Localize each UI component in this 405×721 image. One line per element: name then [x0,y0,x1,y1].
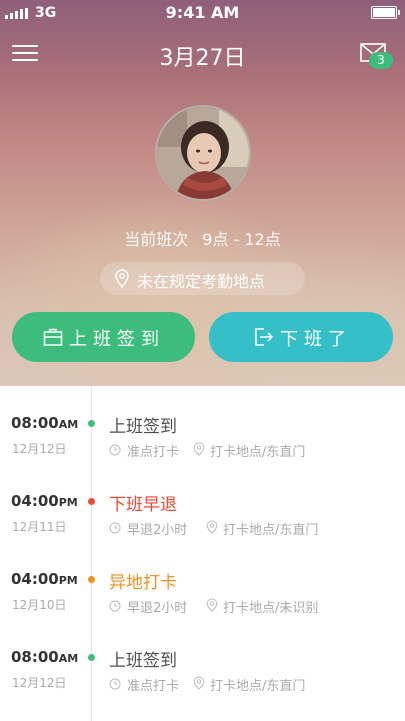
sign-out-icon [255,328,274,346]
record-time: 04:00PM [11,492,78,510]
record-time: 08:00AM [11,414,78,432]
clock-icon [109,597,121,612]
location-pin-icon [193,441,205,456]
status-dot [88,420,95,427]
shift-time: 9点 - 12点 [202,230,281,249]
record-date: 12月10日 [12,598,67,612]
location-pin-icon [115,269,129,289]
record-location: 打卡地点/未识别 [223,601,319,616]
header-hero: 3G 9:41 AM 3月27日 3 当前班次 9点 - 12点 未在规定考勤地… [0,0,405,386]
location-pin-icon [206,519,218,534]
mail-count-badge: 3 [369,52,393,69]
record-time: 04:00PM [11,570,78,588]
location-status-pill: 未在规定考勤地点 [100,262,305,295]
record-time-value: 08:00 [11,414,59,432]
record-status: 早退2小时 [127,523,188,538]
record-status: 准点打卡 [127,445,180,460]
check-out-button[interactable]: 下班了 [209,312,393,362]
shift-label: 当前班次 [124,230,189,249]
status-clock: 9:41 AM [165,3,240,22]
record-time-value: 04:00 [11,492,59,510]
check-out-label: 下班了 [280,329,352,350]
record-title: 下班早退 [109,495,177,515]
record-time-ampm: AM [58,652,79,665]
clock-icon [109,519,121,534]
record-time-value: 04:00 [11,570,59,588]
page-title: 3月27日 [159,46,246,71]
record-time-ampm: PM [58,496,78,509]
record-title: 上班签到 [109,651,177,671]
record-date: 12月11日 [12,520,67,534]
record-time-ampm: AM [58,418,79,431]
record-time-value: 08:00 [11,648,59,666]
clock-icon [109,675,121,690]
record-location: 打卡地点/东直门 [210,445,306,460]
location-pin-icon [193,675,205,690]
check-in-label: 上班签到 [69,329,165,350]
record-location: 打卡地点/东直门 [223,523,319,538]
record-date: 12月12日 [12,442,67,456]
avatar[interactable] [155,105,251,201]
attendance-record[interactable]: 08:00AM 12月12日 上班签到准点打卡 打卡地点/东直门 [0,386,405,460]
check-in-button[interactable]: 上班签到 [12,312,195,362]
battery-icon [371,6,400,19]
status-dot [88,498,95,505]
record-date: 12月12日 [12,676,67,690]
status-dot [88,654,95,661]
record-status: 准点打卡 [127,679,180,694]
status-dot [88,576,95,583]
attendance-timeline: 08:00AM 12月12日 上班签到 准点打卡 打卡地点/东直门 04:00PM 12月1… [0,386,405,721]
record-time-ampm: PM [58,574,78,587]
location-pin-icon [206,597,218,612]
current-shift: 当前班次 9点 - 12点 [0,226,405,250]
record-time: 08:00AM [11,648,78,666]
attendance-record[interactable]: 04:00PM 12月11日 下班早退早退2小时 打卡地点/东直门 [0,464,405,538]
clock-icon [109,441,121,456]
status-bar: 3G 9:41 AM [0,0,405,26]
location-status-text: 未在规定考勤地点 [137,272,266,291]
record-location: 打卡地点/东直门 [210,679,306,694]
record-title: 异地打卡 [109,573,177,593]
attendance-record[interactable]: 04:00PM 12月10日 异地打卡早退2小时 打卡地点/未识别 [0,542,405,616]
briefcase-icon [43,328,63,346]
attendance-record[interactable]: 08:00AM 12月12日 上班签到准点打卡 打卡地点/东直门 [0,620,405,694]
record-status: 早退2小时 [127,601,188,616]
record-title: 上班签到 [109,417,177,437]
